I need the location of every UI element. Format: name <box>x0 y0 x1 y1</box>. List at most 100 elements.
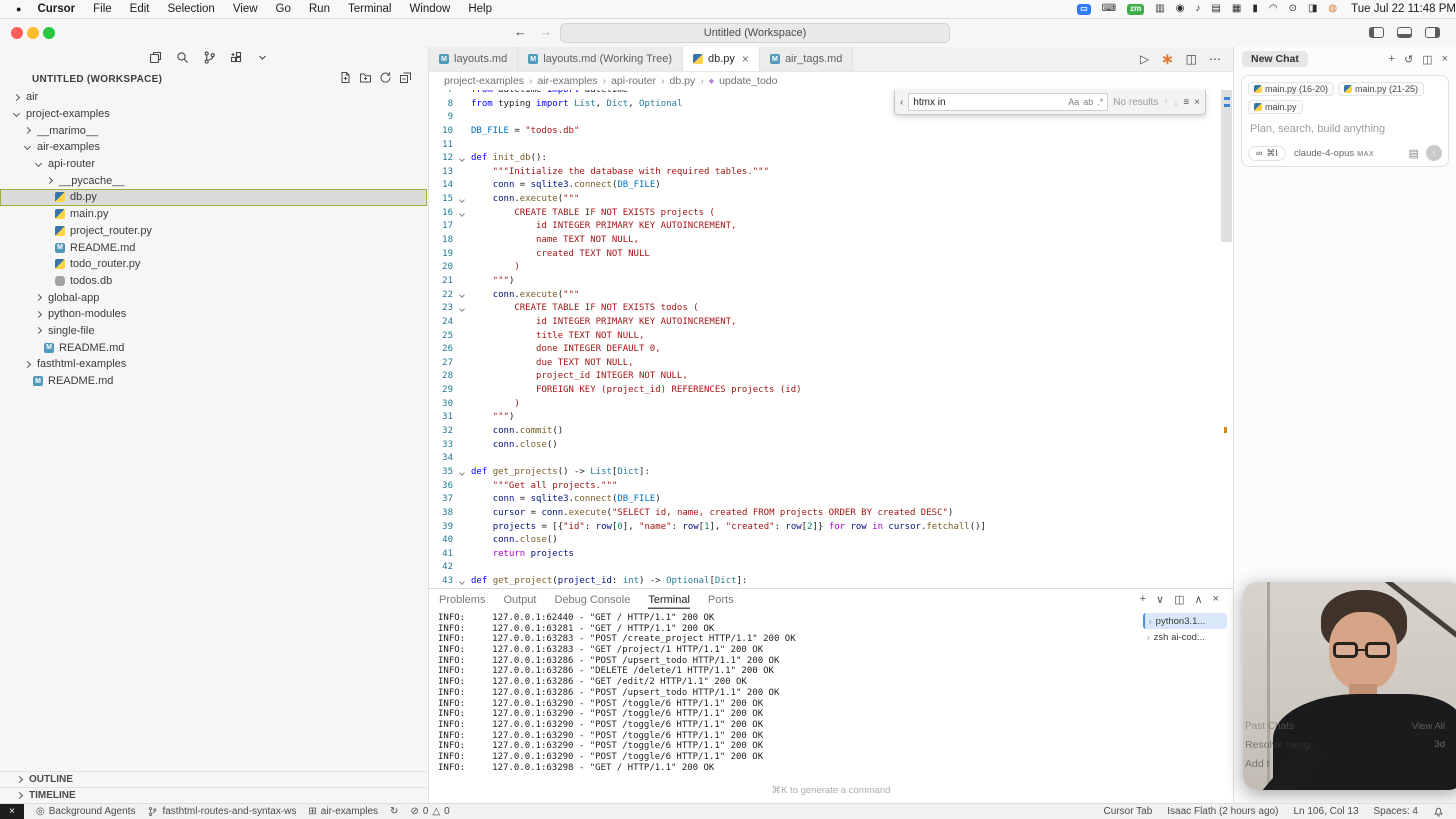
tree-item-python-modules[interactable]: python-modules <box>0 306 427 323</box>
siri-icon[interactable]: ◍ <box>1328 3 1337 15</box>
past-chat-item[interactable]: Resolve merg 3d <box>1245 739 1445 751</box>
display-share-icon[interactable]: ▭ <box>1077 3 1091 15</box>
context-chip[interactable]: main.py (21-25) <box>1338 82 1425 96</box>
display-icon[interactable]: ▦ <box>1232 3 1241 15</box>
more-actions-icon[interactable]: ⋯ <box>1209 52 1221 66</box>
git-branch-button[interactable]: fasthtml-routes-and-syntax-ws <box>147 806 296 817</box>
outline-section-header[interactable]: OUTLINE <box>0 771 427 787</box>
tree-item-todo_router.py[interactable]: todo_router.py <box>0 256 427 273</box>
menu-help[interactable]: Help <box>468 3 492 15</box>
context-chip[interactable]: main.py <box>1248 100 1303 114</box>
fold-chevron-icon[interactable] <box>459 306 465 312</box>
view-all-link[interactable]: View All <box>1412 721 1445 732</box>
window-layers-icon[interactable]: ▤ <box>1211 3 1220 15</box>
tree-item-README.md[interactable]: M README.md <box>0 339 427 356</box>
new-folder-icon[interactable] <box>359 71 372 84</box>
fold-chevron-icon[interactable] <box>459 156 465 162</box>
chevron-down-icon[interactable] <box>256 51 269 64</box>
mode-selector[interactable]: ∞ ⌘I <box>1248 145 1286 161</box>
battery-icon[interactable]: ▮ <box>1252 3 1258 15</box>
panel-tab-terminal[interactable]: Terminal <box>648 591 690 609</box>
close-tab-icon[interactable]: × <box>742 52 749 66</box>
tab-layouts.md (Working Tree)[interactable]: Mlayouts.md (Working Tree) <box>518 47 683 71</box>
tree-item-main.py[interactable]: main.py <box>0 206 427 223</box>
menu-terminal[interactable]: Terminal <box>348 3 391 15</box>
tree-item-__pycache__[interactable]: __pycache__ <box>0 172 427 189</box>
match-case-toggle[interactable]: Aa <box>1068 97 1079 107</box>
close-window-button[interactable] <box>11 27 23 39</box>
minimize-window-button[interactable] <box>27 27 39 39</box>
panel-tab-debug-console[interactable]: Debug Console <box>555 591 631 609</box>
git-blame-status[interactable]: Isaac Flath (2 hours ago) <box>1167 806 1278 817</box>
run-button[interactable]: ▷ <box>1140 52 1149 66</box>
past-chat-item[interactable]: Add t <box>1245 758 1445 770</box>
fold-chevron-icon[interactable] <box>459 579 465 585</box>
previous-match-icon[interactable]: ↑ <box>1163 97 1168 108</box>
collapse-all-icon[interactable] <box>399 71 412 84</box>
split-terminal-icon[interactable]: ◫ <box>1174 593 1184 606</box>
camera-icon[interactable]: ◉ <box>1176 3 1185 15</box>
maximize-panel-icon[interactable]: ∧ <box>1195 593 1203 606</box>
toggle-panel-icon[interactable] <box>1397 27 1412 38</box>
tree-item-project_router.py[interactable]: project_router.py <box>0 223 427 240</box>
fold-chevron-icon[interactable] <box>459 469 465 476</box>
wifi-icon[interactable]: ◠ <box>1269 3 1278 15</box>
extensions-icon[interactable] <box>229 50 244 65</box>
send-button[interactable]: ↑ <box>1426 145 1442 161</box>
search-icon[interactable] <box>175 50 190 65</box>
cursor-tab-status[interactable]: Cursor Tab <box>1104 806 1153 817</box>
tree-item-air[interactable]: air <box>0 89 427 106</box>
chat-layout-icon[interactable]: ◫ <box>1422 53 1432 66</box>
apple-menu-icon[interactable]: ● <box>16 4 21 14</box>
code-editor[interactable]: 7 from datetime import datetime 8 from typi… <box>429 90 1233 588</box>
toggle-sidebar-icon[interactable] <box>1369 27 1384 38</box>
music-icon[interactable]: ♪ <box>1195 3 1200 15</box>
notifications-bell-icon[interactable] <box>1433 806 1444 817</box>
breadcrumb-item[interactable]: update_todo <box>719 75 777 87</box>
tree-item-api-router[interactable]: api-router <box>0 156 427 173</box>
menu-file[interactable]: File <box>93 3 112 15</box>
breadcrumb-item[interactable]: project-examples <box>444 75 524 87</box>
new-terminal-icon[interactable]: + <box>1140 593 1146 606</box>
panel-tab-ports[interactable]: Ports <box>708 591 734 609</box>
tree-item-project-examples[interactable]: project-examples <box>0 106 427 123</box>
refresh-icon[interactable] <box>379 71 392 84</box>
menu-run[interactable]: Run <box>309 3 330 15</box>
menu-cursor[interactable]: Cursor <box>37 3 75 15</box>
activity-chart-icon[interactable]: ▥ <box>1155 3 1164 15</box>
breadcrumb-item[interactable]: api-router <box>611 75 656 87</box>
attach-image-icon[interactable]: ▤ <box>1409 147 1419 160</box>
indentation-status[interactable]: Spaces: 4 <box>1374 806 1418 817</box>
menu-go[interactable]: Go <box>276 3 291 15</box>
fold-chevron-icon[interactable] <box>459 197 465 203</box>
tree-item-README.md[interactable]: M README.md <box>0 239 427 256</box>
new-file-icon[interactable] <box>339 71 352 84</box>
explorer-icon[interactable] <box>148 50 163 65</box>
chat-input-box[interactable]: main.py (16-20) main.py (21-25) main.py Pl… <box>1241 75 1449 167</box>
background-agents-button[interactable]: ◎ Background Agents <box>36 806 135 817</box>
navigate-back-button[interactable]: ← <box>514 24 527 39</box>
tree-item-db.py[interactable]: db.py <box>0 189 427 206</box>
panel-tab-output[interactable]: Output <box>503 591 536 609</box>
new-chat-icon[interactable]: + <box>1389 53 1395 66</box>
menu-selection[interactable]: Selection <box>168 3 215 15</box>
toggle-secondary-sidebar-icon[interactable] <box>1425 27 1440 38</box>
split-editor-icon[interactable]: ◫ <box>1186 52 1197 66</box>
find-in-selection-icon[interactable]: ≡ <box>1183 97 1189 108</box>
editor-scrollbar-thumb[interactable] <box>1221 90 1232 242</box>
regex-toggle[interactable]: .* <box>1097 97 1103 107</box>
find-collapse-icon[interactable]: ‹ <box>900 97 903 108</box>
workspace-section-header[interactable]: UNTITLED (WORKSPACE) <box>32 74 162 85</box>
tree-item-todos.db[interactable]: todos.db <box>0 273 427 290</box>
close-chat-icon[interactable]: × <box>1442 53 1448 66</box>
timeline-section-header[interactable]: TIMELINE <box>0 787 427 803</box>
tree-item-global-app[interactable]: global-app <box>0 289 427 306</box>
problems-button[interactable]: ⊘ 0 △ 0 <box>410 806 449 817</box>
tab-db.py[interactable]: db.py × <box>683 47 760 71</box>
sync-button[interactable]: ↻ <box>390 806 398 817</box>
tree-item-single-file[interactable]: single-file <box>0 323 427 340</box>
breadcrumb-item[interactable]: air-examples <box>537 75 597 87</box>
control-center-icon[interactable]: ◨ <box>1308 3 1317 15</box>
model-selector[interactable]: claude-4-opus MAX <box>1294 148 1374 159</box>
tab-air_tags.md[interactable]: Mair_tags.md <box>759 47 854 71</box>
